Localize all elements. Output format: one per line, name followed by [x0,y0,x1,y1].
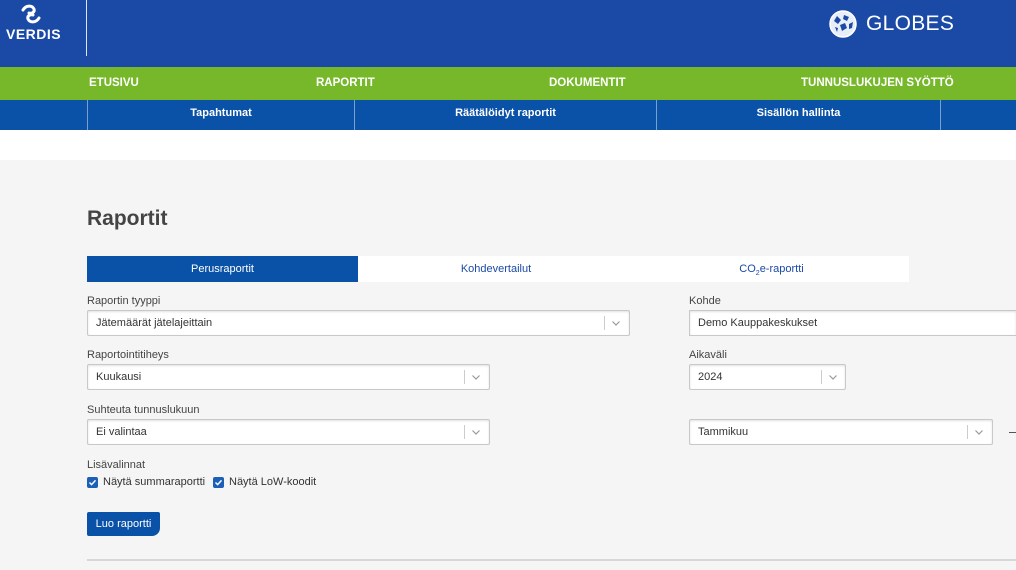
tab-perusraportit[interactable]: Perusraportit [87,256,358,282]
period-year-value: 2024 [698,371,723,383]
app-header: VERDIS GLOBES [0,0,1016,67]
relate-value: Ei valintaa [96,426,147,438]
relate-label: Suhteuta tunnuslukuun [87,404,200,416]
report-type-select[interactable]: Jätemäärät jätelajeittain [87,310,630,336]
select-separator [604,316,605,330]
verdis-logo-icon [21,4,41,24]
nav-item-tunnuslukujen-syotto[interactable]: TUNNUSLUKUJEN SYÖTTÖ [801,67,954,100]
relate-select[interactable]: Ei valintaa [87,419,490,445]
checkbox-checked-icon[interactable] [87,476,98,488]
chevron-down-icon [612,321,620,326]
report-tabs: Perusraportit Kohdevertailut CO2e-raport… [87,256,909,282]
sub-nav: Tapahtumat Räätälöidyt raportit Sisällön… [0,100,1016,130]
subnav-item-tapahtumat[interactable]: Tapahtumat [88,100,354,130]
period-year-select[interactable]: 2024 [689,364,846,390]
select-separator [967,425,968,439]
globes-brand-text: GLOBES [866,12,955,35]
tab-co2e-suffix: e-raportti [759,263,804,275]
globes-logo-icon [829,10,857,38]
frequency-value: Kuukausi [96,371,142,383]
select-separator [464,370,465,384]
frequency-select[interactable]: Kuukausi [87,364,490,390]
option-low-codes[interactable]: Näytä LoW-koodit [213,475,316,489]
tab-co2e-prefix: CO [739,263,756,275]
page-title: Raportit [87,207,168,230]
option-summary-report[interactable]: Näytä summaraportti [87,475,205,489]
select-separator [821,370,822,384]
main-nav: ETUSIVU RAPORTIT DOKUMENTIT TUNNUSLUKUJE… [0,67,1016,100]
chevron-down-icon [829,375,837,380]
chevron-down-icon [472,430,480,435]
subnav-separator [940,100,941,130]
report-type-value: Jätemäärät jätelajeittain [96,317,213,329]
period-month-select[interactable]: Tammikuu [689,419,993,445]
period-month-value: Tammikuu [698,426,749,438]
option-summary-report-label: Näytä summaraportti [103,476,206,488]
report-type-label: Raportin tyyppi [87,295,161,307]
create-report-button[interactable]: Luo raportti [87,512,160,536]
target-input[interactable]: Demo Kauppakeskukset [689,310,1016,336]
section-divider [87,559,1016,561]
tab-kohdevertailut[interactable]: Kohdevertailut [358,256,634,282]
verdis-logo[interactable]: VERDIS [0,0,86,56]
target-value: Demo Kauppakeskukset [698,317,818,329]
chevron-down-icon [975,430,983,435]
target-label: Kohde [689,295,721,307]
checkbox-checked-icon[interactable] [213,476,224,488]
header-divider [86,0,87,56]
option-low-codes-label: Näytä LoW-koodit [229,476,317,488]
select-separator [464,425,465,439]
chevron-down-icon [472,375,480,380]
tab-co2e-raportti[interactable]: CO2e-raportti [634,256,909,282]
period-label: Aikaväli [689,349,727,361]
subnav-item-sisallon-hallinta[interactable]: Sisällön hallinta [657,100,940,130]
nav-item-dokumentit[interactable]: DOKUMENTIT [549,67,626,100]
options-label: Lisävalinnat [87,459,146,471]
globes-brand: GLOBES [828,9,954,39]
nav-item-etusivu[interactable]: ETUSIVU [89,67,139,100]
verdis-logo-text: VERDIS [6,26,62,42]
period-range-dash [1009,432,1016,433]
subnav-item-raataloidyt-raportit[interactable]: Räätälöidyt raportit [355,100,656,130]
nav-item-raportit[interactable]: RAPORTIT [316,67,375,100]
frequency-label: Raportointitiheys [87,349,169,361]
header-spacer [0,130,1016,160]
